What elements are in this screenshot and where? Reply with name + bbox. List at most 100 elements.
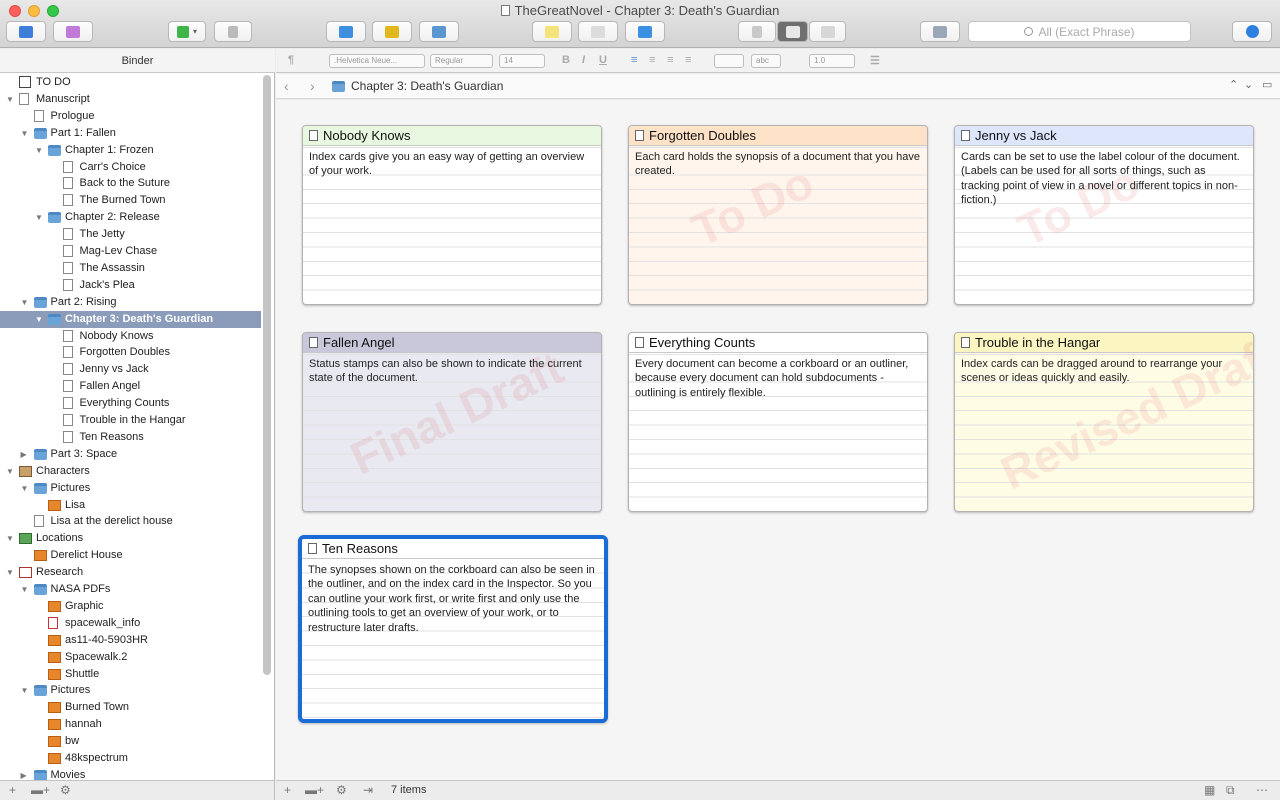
add-folder-icon[interactable]: ▬+ [31,783,50,797]
binder-item[interactable]: The Burned Town [0,192,261,209]
index-card[interactable]: Forgotten Doubles To Do Each card holds th… [628,125,928,305]
binder-toggle-button[interactable] [6,21,46,42]
binder-item[interactable]: Fallen Angel [0,378,261,395]
go-to-icon[interactable]: ⇥ [363,783,373,797]
binder-item[interactable]: Prologue [0,108,261,125]
font-family-select[interactable]: .Helvetica Neue... [329,54,425,68]
disclosure-open-icon[interactable]: ▼ [21,682,29,699]
inspector-button[interactable] [1232,21,1272,42]
binder-item[interactable]: Ten Reasons [0,429,261,446]
edit-button[interactable] [419,21,459,42]
binder-item[interactable]: 48kspectrum [0,750,261,767]
disclosure-open-icon[interactable]: ▼ [21,125,29,142]
binder-item[interactable]: Mag-Lev Chase [0,243,261,260]
disclosure-open-icon[interactable]: ▼ [6,530,14,547]
card-synopsis[interactable]: Index cards give you an easy way of gett… [303,147,601,304]
binder-item[interactable]: Carr's Choice [0,159,261,176]
chevron-up-icon[interactable]: ⌃ [1229,78,1238,91]
binder-item[interactable]: Burned Town [0,699,261,716]
disclosure-open-icon[interactable]: ▼ [35,311,43,328]
binder-item[interactable]: ▼ Chapter 3: Death's Guardian [0,310,261,328]
index-card[interactable]: Everything Counts Every document can beco… [628,332,928,512]
binder-item[interactable]: Trouble in the Hangar [0,412,261,429]
binder-item[interactable]: ▼ Manuscript [0,91,261,108]
binder-item[interactable]: The Assassin [0,260,261,277]
align-center-button[interactable]: ≡ [649,54,655,66]
line-spacing-select[interactable]: 1.0 [809,54,855,68]
font-style-select[interactable]: Regular [430,54,493,68]
back-arrow-icon[interactable]: ‹ [284,78,289,94]
bold-button[interactable]: B [562,54,570,66]
disclosure-open-icon[interactable]: ▼ [35,209,43,226]
binder-item[interactable]: Forgotten Doubles [0,344,261,361]
binder-item[interactable]: ▼ Part 2: Rising [0,294,261,311]
search-input[interactable]: All (Exact Phrase) [968,21,1191,42]
path-title[interactable]: Chapter 3: Death's Guardian [351,79,503,93]
add-card-icon[interactable]: + [284,783,291,797]
binder-item[interactable]: ▼ NASA PDFs [0,581,261,598]
card-synopsis[interactable]: To Do Cards can be set to use the label c… [955,147,1253,304]
disclosure-open-icon[interactable]: ▼ [35,142,43,159]
card-synopsis[interactable]: Final Draft Status stamps can also be sho… [303,341,601,511]
scrivenings-view-button[interactable] [738,21,776,42]
binder-item[interactable]: ▼ Chapter 1: Frozen [0,142,261,159]
snapshot-button[interactable] [578,21,618,42]
disclosure-closed-icon[interactable]: ▶ [21,767,27,780]
corkboard-view-button[interactable] [777,21,808,42]
disclosure-open-icon[interactable]: ▼ [21,480,29,497]
index-card[interactable]: Nobody Knows Index cards give you an easy… [302,125,602,305]
card-title[interactable]: Ten Reasons [302,539,604,559]
freeform-view-icon[interactable]: ⧉ [1226,783,1235,798]
add-folder-icon[interactable]: ▬+ [305,783,324,797]
binder-item[interactable]: ▶ Part 3: Space [0,446,261,463]
card-synopsis[interactable]: The synopses shown on the corkboard can … [302,560,604,719]
binder-item[interactable]: The Jetty [0,226,261,243]
binder-item[interactable]: TO DO [0,74,261,91]
binder-item[interactable]: Lisa [0,497,261,514]
binder-item[interactable]: ▼ Research [0,564,261,581]
binder-item[interactable]: ▼ Pictures [0,682,261,699]
text-color-select[interactable] [714,54,744,68]
trash-button[interactable] [214,21,252,42]
card-title[interactable]: Fallen Angel [303,333,601,353]
disclosure-open-icon[interactable]: ▼ [6,564,14,581]
card-title[interactable]: Trouble in the Hangar [955,333,1253,353]
binder-item[interactable]: Spacewalk.2 [0,649,261,666]
index-card[interactable]: Jenny vs Jack To Do Cards can be set to us… [954,125,1254,305]
binder-item[interactable]: Shuttle [0,666,261,683]
binder-item[interactable]: Everything Counts [0,395,261,412]
split-editor-icon[interactable]: ▭ [1262,78,1272,91]
binder-item[interactable]: ▼ Characters [0,463,261,480]
italic-button[interactable]: I [582,54,585,66]
index-card[interactable]: Fallen Angel Final Draft Status stamps can… [302,332,602,512]
card-title[interactable]: Forgotten Doubles [629,126,927,146]
add-icon[interactable]: + [9,783,16,797]
forward-arrow-icon[interactable]: › [310,78,315,94]
underline-button[interactable]: U [599,54,607,66]
binder-item[interactable]: spacewalk_info [0,615,261,632]
collections-button[interactable] [53,21,93,42]
binder-item[interactable]: Jenny vs Jack [0,361,261,378]
composition-mode-button[interactable] [326,21,366,42]
binder-item[interactable]: ▼ Part 1: Fallen [0,125,261,142]
binder-item[interactable]: bw [0,733,261,750]
disclosure-open-icon[interactable]: ▼ [6,91,14,108]
list-button[interactable]: ☰ [870,54,880,67]
gear-icon[interactable]: ⚙ [60,783,71,797]
binder-item[interactable]: ▼ Locations [0,530,261,547]
binder-item[interactable]: ▶ Movies [0,767,261,780]
font-size-field[interactable]: 14 [499,54,545,68]
paragraph-style-button[interactable]: ¶ [288,54,294,66]
disclosure-closed-icon[interactable]: ▶ [21,446,27,463]
annotation-button[interactable] [532,21,572,42]
chevron-down-icon[interactable]: ⌄ [1244,78,1253,91]
card-title[interactable]: Nobody Knows [303,126,601,146]
binder-item[interactable]: as11-40-5903HR [0,632,261,649]
binder-item[interactable]: Lisa at the derelict house [0,513,261,530]
align-right-button[interactable]: ≡ [667,54,673,66]
binder-item[interactable]: hannah [0,716,261,733]
outliner-view-button[interactable] [809,21,846,42]
compile-button[interactable] [625,21,665,42]
disclosure-open-icon[interactable]: ▼ [21,581,29,598]
card-synopsis[interactable]: Every document can become a corkboard or… [629,354,927,511]
